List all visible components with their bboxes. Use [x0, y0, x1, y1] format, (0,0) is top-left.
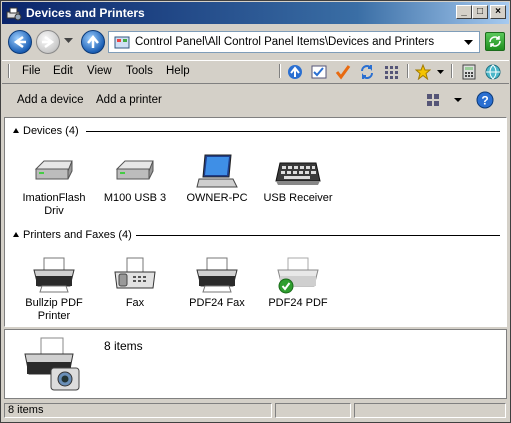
device-label: USB Receiver — [263, 192, 333, 204]
add-device-button[interactable]: Add a device — [17, 94, 84, 106]
printer-label: Bullzip PDF Printer — [25, 297, 83, 322]
printer-item[interactable]: Fax — [99, 256, 171, 316]
back-arrow-icon — [13, 35, 26, 49]
menu-grip — [8, 64, 10, 78]
fax-icon — [114, 257, 156, 289]
history-dropdown-icon[interactable] — [64, 38, 73, 44]
close-button[interactable]: × — [490, 5, 506, 19]
checkmark-icon[interactable] — [335, 64, 351, 80]
devices-printers-large-icon — [24, 337, 80, 391]
printer-default-icon — [277, 257, 319, 294]
favorites-dropdown-icon[interactable] — [437, 70, 444, 75]
printer-label: Fax — [125, 297, 145, 309]
help-icon[interactable]: ? — [476, 91, 494, 109]
window-title: Devices and Printers — [26, 6, 145, 20]
favorites-star-icon[interactable] — [415, 64, 431, 80]
add-printer-button[interactable]: Add a printer — [96, 94, 162, 106]
usb-drive-icon — [115, 160, 154, 180]
printers-collapse-icon[interactable] — [13, 232, 19, 237]
title-bar[interactable]: Devices and Printers _ □ × — [2, 2, 509, 24]
view-dropdown-icon[interactable] — [454, 98, 462, 103]
upload-icon[interactable] — [287, 64, 303, 80]
menu-file[interactable]: File — [22, 65, 41, 77]
calculator-icon[interactable] — [461, 64, 477, 80]
device-label: M100 USB 3 — [103, 192, 167, 204]
devices-group-header[interactable]: Devices (4) — [23, 125, 79, 137]
minimize-button[interactable]: _ — [456, 5, 472, 19]
sync-icon[interactable] — [359, 64, 375, 80]
navigation-bar: Control Panel\All Control Panel Items\De… — [2, 25, 509, 59]
device-label: OWNER-PC — [186, 192, 248, 204]
menu-tools[interactable]: Tools — [126, 65, 153, 77]
up-button[interactable] — [81, 30, 105, 54]
grid-icon[interactable] — [383, 64, 399, 80]
printer-icon — [196, 257, 238, 293]
forward-arrow-icon — [42, 35, 55, 49]
device-item[interactable]: M100 USB 3 — [99, 153, 171, 213]
status-panel-2 — [275, 403, 351, 418]
devices-group-divider — [86, 131, 500, 132]
menu-edit[interactable]: Edit — [53, 65, 73, 77]
address-path: Control Panel\All Control Panel Items\De… — [135, 36, 435, 48]
device-list-pane[interactable]: Devices (4) ImationFlash Driv M100 USB 3… — [4, 117, 507, 327]
menu-help[interactable]: Help — [166, 65, 190, 77]
menu-bar: File Edit View Tools Help — [2, 60, 509, 84]
device-item[interactable]: ImationFlash Driv — [18, 153, 90, 217]
toolbar-separator-2 — [407, 64, 409, 78]
printer-item[interactable]: PDF24 PDF — [262, 256, 334, 316]
printer-label: PDF24 Fax — [189, 297, 245, 309]
keyboard-icon — [275, 162, 321, 185]
printers-group-divider — [136, 235, 500, 236]
device-label: ImationFlash Driv — [22, 192, 86, 217]
status-item-count: 8 items — [4, 403, 272, 418]
device-item[interactable]: OWNER-PC — [181, 153, 253, 213]
menu-view[interactable]: View — [87, 65, 112, 77]
command-bar: Add a device Add a printer ? — [2, 84, 509, 116]
address-dropdown-icon[interactable] — [464, 40, 473, 46]
refresh-icon — [489, 36, 501, 47]
status-bar: 8 items — [2, 401, 509, 421]
view-options-icon[interactable] — [425, 92, 441, 108]
checkbox-icon[interactable] — [311, 64, 327, 80]
printer-item[interactable]: PDF24 Fax — [181, 256, 253, 316]
address-bar[interactable]: Control Panel\All Control Panel Items\De… — [108, 31, 480, 53]
network-globe-icon[interactable] — [485, 64, 501, 80]
forward-button[interactable] — [36, 30, 60, 54]
printer-item[interactable]: Bullzip PDF Printer — [18, 256, 90, 326]
printers-group-header[interactable]: Printers and Faxes (4) — [23, 229, 132, 241]
status-panel-3 — [354, 403, 506, 418]
details-pane: 8 items — [4, 329, 507, 399]
svg-text:?: ? — [481, 94, 488, 108]
back-button[interactable] — [8, 30, 32, 54]
toolbar-separator — [279, 64, 281, 78]
printer-icon — [33, 257, 75, 293]
refresh-button[interactable] — [485, 32, 505, 51]
usb-drive-icon — [34, 160, 73, 180]
devices-and-printers-window: Devices and Printers _ □ × Control Panel… — [0, 0, 511, 423]
maximize-button[interactable]: □ — [472, 5, 488, 19]
up-arrow-icon — [87, 35, 99, 48]
item-count: 8 items — [104, 339, 143, 353]
printer-label: PDF24 PDF — [268, 297, 328, 309]
toolbar-separator-3 — [451, 64, 453, 78]
laptop-icon — [196, 154, 238, 188]
devices-collapse-icon[interactable] — [13, 128, 19, 133]
control-panel-icon — [114, 36, 130, 49]
device-item[interactable]: USB Receiver — [262, 153, 334, 213]
devices-printers-icon — [6, 7, 22, 21]
